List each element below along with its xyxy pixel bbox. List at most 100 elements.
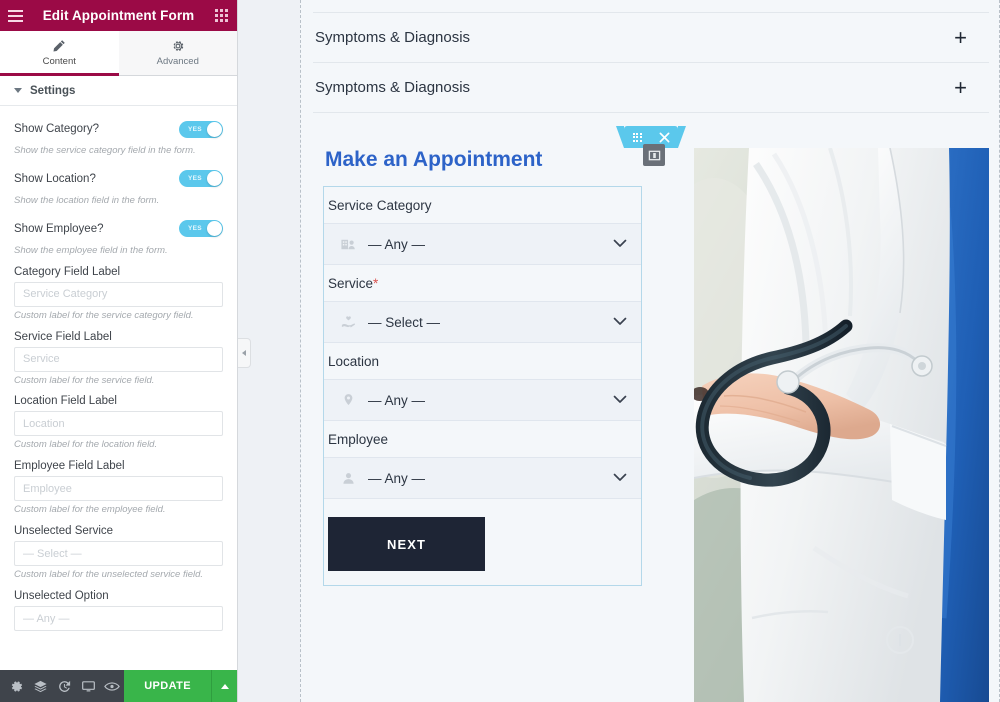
history-icon[interactable] bbox=[52, 670, 76, 702]
chevron-down-icon bbox=[613, 391, 627, 409]
control-description: Show the location field in the form. bbox=[14, 194, 160, 206]
drag-dots-icon[interactable] bbox=[632, 132, 642, 142]
plus-icon[interactable]: + bbox=[954, 76, 967, 99]
accordion-title: Symptoms & Diagnosis bbox=[315, 79, 471, 96]
unselected-service-input[interactable] bbox=[14, 541, 223, 567]
tab-advanced-label: Advanced bbox=[156, 56, 199, 67]
control-category-field-label: Category Field Label Custom label for th… bbox=[14, 266, 223, 322]
control-service-field-label: Service Field Label Custom label for the… bbox=[14, 331, 223, 387]
location-value: — Any — bbox=[368, 392, 426, 408]
close-x-icon[interactable] bbox=[659, 132, 670, 143]
employee-select[interactable]: — Any — bbox=[324, 457, 641, 499]
control-label: Show Category? bbox=[14, 123, 100, 135]
toggle-value: YES bbox=[188, 225, 202, 233]
gear-icon[interactable] bbox=[4, 670, 28, 702]
control-show-location: Show Location? YES Show the location fie… bbox=[14, 166, 223, 207]
next-button-wrap: NEXT bbox=[324, 499, 641, 585]
service-hand-icon bbox=[340, 314, 362, 331]
service-select[interactable]: — Select — bbox=[324, 301, 641, 343]
employee-field-label-input[interactable] bbox=[14, 476, 223, 502]
service-category-icon bbox=[340, 236, 362, 253]
chevron-left-icon bbox=[242, 350, 246, 356]
pencil-icon bbox=[52, 39, 66, 53]
tab-advanced[interactable]: Advanced bbox=[118, 31, 237, 75]
toggle-knob bbox=[207, 221, 222, 237]
service-value: — Select — bbox=[368, 314, 441, 330]
control-description: Show the employee field in the form. bbox=[14, 244, 168, 256]
location-field-label-input[interactable] bbox=[14, 411, 223, 437]
field-label-location: Location bbox=[328, 354, 380, 369]
control-unselected-option: Unselected Option bbox=[14, 590, 223, 631]
hamburger-icon[interactable] bbox=[0, 0, 31, 31]
chevron-up-icon[interactable] bbox=[211, 670, 237, 702]
settings-section-header[interactable]: Settings bbox=[0, 76, 237, 106]
control-label: Location Field Label bbox=[14, 395, 117, 408]
control-description: Show the service category field in the f… bbox=[14, 145, 196, 156]
gear-icon bbox=[171, 39, 185, 53]
accordion-item[interactable]: Symptoms & Diagnosis + bbox=[313, 62, 989, 112]
field-label-employee: Employee bbox=[328, 432, 389, 447]
user-icon bbox=[340, 470, 362, 487]
service-category-value: — Any — bbox=[368, 236, 426, 252]
required-marker: * bbox=[373, 276, 379, 291]
control-label: Unselected Option bbox=[14, 590, 109, 602]
next-button[interactable]: NEXT bbox=[328, 517, 485, 571]
tab-content[interactable]: Content bbox=[0, 31, 119, 76]
chevron-down-icon bbox=[613, 469, 627, 487]
control-label: Category Field Label bbox=[14, 265, 121, 278]
show-category-toggle[interactable]: YES bbox=[179, 120, 223, 138]
toggle-knob bbox=[207, 171, 222, 187]
accordion-divider bbox=[313, 112, 989, 113]
preview-eye-icon[interactable] bbox=[100, 670, 124, 702]
accordion-item[interactable]: Symptoms & Diagnosis + bbox=[313, 12, 989, 62]
page-preview: Symptoms & Diagnosis + Symptoms & Diagno… bbox=[300, 0, 1000, 702]
panel-collapse-handle[interactable] bbox=[238, 338, 251, 368]
employee-value: — Any — bbox=[368, 470, 426, 486]
update-button[interactable]: UPDATE bbox=[124, 670, 211, 702]
column-layout-icon[interactable] bbox=[643, 144, 665, 166]
settings-section-title: Settings bbox=[30, 84, 76, 97]
location-select[interactable]: — Any — bbox=[324, 379, 641, 421]
control-unselected-service: Unselected Service Custom label for the … bbox=[14, 525, 223, 581]
sidebar-footer: UPDATE bbox=[0, 670, 237, 702]
toggle-value: YES bbox=[188, 125, 202, 133]
unselected-option-input[interactable] bbox=[14, 606, 223, 631]
show-location-toggle[interactable]: YES bbox=[179, 170, 223, 188]
control-label: Unselected Service bbox=[14, 525, 114, 538]
control-description: Custom label for the service category fi… bbox=[14, 309, 194, 321]
control-description: Custom label for the location field. bbox=[14, 439, 158, 451]
control-show-category: Show Category? YES Show the service cate… bbox=[14, 116, 223, 157]
field-label-service: Service* bbox=[328, 276, 379, 291]
page-inner: Symptoms & Diagnosis + Symptoms & Diagno… bbox=[313, 0, 989, 702]
control-employee-field-label: Employee Field Label Custom label for th… bbox=[14, 460, 223, 516]
editor-canvas: Symptoms & Diagnosis + Symptoms & Diagno… bbox=[238, 0, 1000, 702]
control-location-field-label: Location Field Label Custom label for th… bbox=[14, 395, 223, 451]
plus-icon[interactable]: + bbox=[954, 26, 967, 49]
chevron-down-icon bbox=[14, 88, 22, 93]
chevron-down-icon bbox=[613, 313, 627, 331]
control-description: Custom label for the service field. bbox=[14, 374, 155, 386]
tab-content-label: Content bbox=[42, 56, 76, 67]
control-description: Custom label for the unselected service … bbox=[14, 569, 204, 581]
control-label: Employee Field Label bbox=[14, 460, 125, 473]
control-label: Show Employee? bbox=[14, 222, 104, 235]
layers-icon[interactable] bbox=[28, 670, 52, 702]
control-description: Custom label for the employee field. bbox=[14, 504, 166, 516]
service-category-select[interactable]: — Any — bbox=[324, 223, 641, 265]
accordion-widget: Symptoms & Diagnosis + Symptoms & Diagno… bbox=[313, 0, 989, 113]
field-label-service-category: Service Category bbox=[328, 198, 432, 213]
update-group: UPDATE bbox=[124, 670, 237, 702]
show-employee-toggle[interactable]: YES bbox=[179, 220, 223, 238]
doctor-photo bbox=[694, 148, 989, 702]
editor-root: Edit Appointment Form Content Advanced S… bbox=[0, 0, 1000, 702]
responsive-mode-icon[interactable] bbox=[76, 670, 100, 702]
accordion-title: Symptoms & Diagnosis bbox=[315, 29, 471, 46]
map-pin-icon bbox=[340, 392, 362, 409]
control-label: Service Field Label bbox=[14, 330, 112, 343]
category-field-label-input[interactable] bbox=[14, 281, 223, 307]
toggle-knob bbox=[207, 121, 222, 137]
service-field-label-input[interactable] bbox=[14, 346, 223, 372]
sidebar-tabs: Content Advanced bbox=[0, 31, 237, 76]
grid-icon[interactable] bbox=[206, 0, 237, 31]
sidebar-header: Edit Appointment Form bbox=[0, 0, 237, 31]
